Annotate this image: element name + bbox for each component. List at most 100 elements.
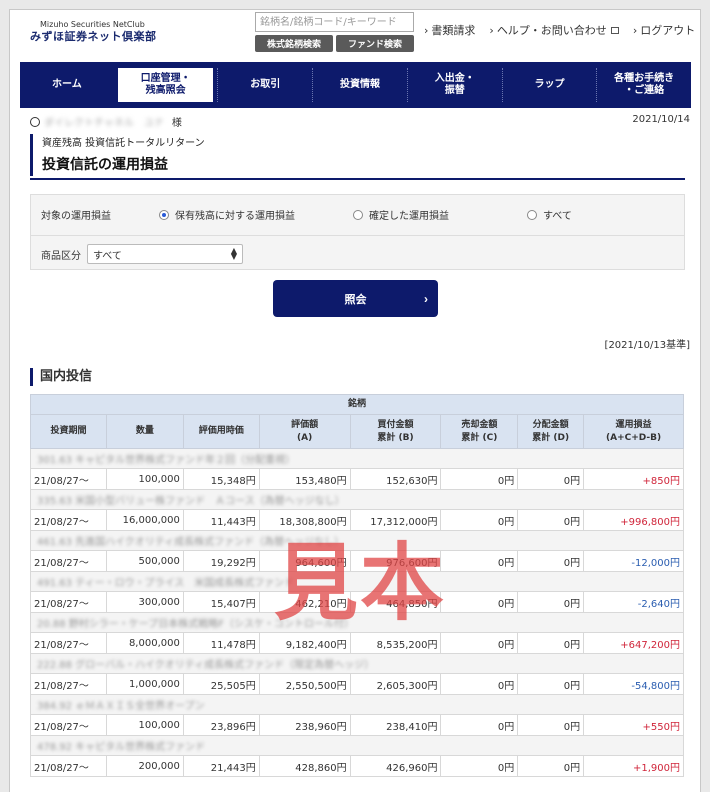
cell-qty: 200,000 bbox=[105, 755, 184, 777]
col-qty: 数量 bbox=[105, 414, 184, 449]
fund-name[interactable]: 301.63 キャピタル世界株式ファンド年２回（分配重視） bbox=[37, 455, 295, 466]
main-nav: ホーム 口座管理・ 残高照会 お取引 投資情報 入出金・ 振替 ラップ 各種お手… bbox=[20, 62, 691, 108]
page-frame: Mizuho Securities NetClub みずほ証券ネット倶楽部 株式… bbox=[9, 9, 701, 792]
fund-name[interactable]: 461.63 先進国ハイクオリティ成長株式ファンド（為替ヘッジなし） bbox=[37, 537, 344, 548]
cell-period: 21/08/27～ bbox=[30, 468, 107, 490]
query-button[interactable]: 照会 › bbox=[273, 280, 438, 317]
help-link[interactable]: › ヘルプ・お問い合わせ bbox=[489, 22, 619, 38]
select-arrows-icon: ▲ ▼ bbox=[230, 246, 237, 261]
nav-procedures[interactable]: 各種お手続き ・ご連絡 bbox=[596, 68, 691, 102]
table-row: 21/08/27～ 100,000 15,348円 153,480円 152,630円 0… bbox=[30, 468, 684, 490]
fund-name[interactable]: 384.92 ｅＭＡＸＩＳ全世界オープン bbox=[37, 701, 205, 712]
nav-trade[interactable]: お取引 bbox=[217, 68, 312, 102]
fund-name-row: 461.63 先進国ハイクオリティ成長株式ファンド（為替ヘッジなし） bbox=[30, 530, 684, 551]
nav-info[interactable]: 投資情報 bbox=[312, 68, 407, 102]
logout-link[interactable]: › ログアウト bbox=[633, 22, 695, 38]
radio-icon[interactable] bbox=[353, 209, 363, 220]
cell-valuation: 2,550,500円 bbox=[258, 673, 351, 695]
fund-name[interactable]: 222.88 グローバル・ハイクオリティ成長株式ファンド（限定為替ヘッジ） bbox=[37, 660, 374, 671]
scope-option-all[interactable]: すべて bbox=[527, 207, 572, 222]
header: Mizuho Securities NetClub みずほ証券ネット倶楽部 株式… bbox=[10, 10, 700, 62]
scope-option-holding[interactable]: 保有残高に対する運用損益 bbox=[159, 207, 353, 222]
category-row: 商品区分 すべて ▲ ▼ bbox=[41, 244, 243, 264]
cell-pl: +850円 bbox=[583, 468, 684, 490]
cell-sell: 0円 bbox=[440, 755, 519, 777]
cell-qty: 16,000,000 bbox=[105, 509, 184, 531]
table-row: 21/08/27～ 16,000,000 11,443円 18,308,800円 17,… bbox=[30, 509, 684, 531]
cell-buy: 8,535,200円 bbox=[349, 632, 442, 654]
category-select[interactable]: すべて ▲ ▼ bbox=[87, 244, 243, 264]
fund-name[interactable]: 335.63 米国小型バリュー株ファンド Ａコース（為替ヘッジなし） bbox=[37, 496, 345, 507]
scope-row: 対象の運用損益 保有残高に対する運用損益 確定した運用損益 すべて bbox=[41, 207, 572, 222]
cell-pl: -12,000円 bbox=[583, 550, 684, 572]
col-sell: 売却金額 累計 (C) bbox=[440, 414, 519, 449]
filter-panel: 対象の運用損益 保有残高に対する運用損益 確定した運用損益 すべて 商品区分 す… bbox=[30, 194, 685, 270]
user-icon bbox=[30, 116, 40, 127]
nav-deposit[interactable]: 入出金・ 振替 bbox=[406, 68, 502, 102]
cell-qty: 100,000 bbox=[105, 714, 184, 736]
cell-dist: 0円 bbox=[517, 591, 585, 613]
cell-dist: 0円 bbox=[517, 714, 585, 736]
table-row: 21/08/27～ 200,000 21,443円 428,860円 426,960円 0… bbox=[30, 755, 684, 777]
search-input[interactable] bbox=[255, 12, 414, 32]
fund-search-button[interactable]: ファンド検索 bbox=[336, 35, 414, 52]
cell-buy: 152,630円 bbox=[349, 468, 442, 490]
cell-qty: 100,000 bbox=[105, 468, 184, 490]
nav-home[interactable]: ホーム bbox=[20, 68, 114, 102]
current-date: 2021/10/14 bbox=[632, 114, 690, 125]
fund-name[interactable]: 478.92 キャピタル世界株式ファンド bbox=[37, 742, 205, 753]
cell-dist: 0円 bbox=[517, 673, 585, 695]
cell-sell: 0円 bbox=[440, 509, 519, 531]
group-header: 銘柄 bbox=[30, 394, 684, 415]
col-price: 評価用時価 bbox=[182, 414, 260, 449]
cell-price: 19,292円 bbox=[182, 550, 260, 572]
chevron-right-icon: › bbox=[632, 24, 638, 37]
fund-name[interactable]: 20.88 野村シラー・ケープ日本株式戦略F（シスケ・コントロール付） bbox=[37, 619, 354, 630]
fund-name-row: 478.92 キャピタル世界株式ファンド bbox=[30, 735, 684, 756]
cell-price: 15,348円 bbox=[182, 468, 260, 490]
cell-qty: 8,000,000 bbox=[105, 632, 184, 654]
filter-divider bbox=[31, 235, 684, 236]
cell-dist: 0円 bbox=[517, 755, 585, 777]
holdings-table: 銘柄 投資期間 数量 評価用時価 評価額 (A) 買付金額 累計 (B) 売却金… bbox=[30, 394, 684, 777]
stock-search-button[interactable]: 株式銘柄検索 bbox=[255, 35, 333, 52]
col-buy: 買付金額 累計 (B) bbox=[349, 414, 442, 449]
cell-pl: -54,800円 bbox=[583, 673, 684, 695]
doc-request-link[interactable]: › 書類請求 bbox=[424, 22, 475, 38]
fund-name[interactable]: 491.63 ティー・ロウ・プライス 米国成長株式ファンド bbox=[37, 578, 294, 589]
logo-jp[interactable]: みずほ証券ネット倶楽部 bbox=[30, 28, 157, 44]
scope-option-realized[interactable]: 確定した運用損益 bbox=[353, 207, 527, 222]
fund-name-row: 335.63 米国小型バリュー株ファンド Ａコース（為替ヘッジなし） bbox=[30, 489, 684, 510]
title-block: 資産残高 投資信託トータルリターン 投資信託の運用損益 bbox=[30, 134, 205, 176]
cell-pl: +550円 bbox=[583, 714, 684, 736]
cell-period: 21/08/27～ bbox=[30, 755, 107, 777]
nav-wrap[interactable]: ラップ bbox=[501, 68, 597, 102]
radio-icon[interactable] bbox=[527, 209, 537, 220]
page-title: 投資信託の運用損益 bbox=[42, 157, 168, 173]
chevron-right-icon: › bbox=[424, 24, 429, 37]
col-valuation: 評価額 (A) bbox=[258, 414, 351, 449]
cell-dist: 0円 bbox=[517, 550, 585, 572]
chevron-right-icon: › bbox=[424, 291, 428, 306]
table-row: 21/08/27～ 1,000,000 25,505円 2,550,500円 2,605… bbox=[30, 673, 684, 695]
nav-account[interactable]: 口座管理・ 残高照会 bbox=[117, 68, 214, 102]
table-row: 21/08/27～ 500,000 19,292円 964,600円 976,600円 0… bbox=[30, 550, 684, 572]
cell-price: 25,505円 bbox=[182, 673, 260, 695]
cell-buy: 464,850円 bbox=[349, 591, 442, 613]
cell-pl: +996,800円 bbox=[583, 509, 684, 531]
cell-price: 23,896円 bbox=[182, 714, 260, 736]
cell-sell: 0円 bbox=[440, 632, 519, 654]
external-window-icon bbox=[610, 27, 619, 34]
cell-buy: 426,960円 bbox=[349, 755, 442, 777]
cell-period: 21/08/27～ bbox=[30, 714, 107, 736]
cell-price: 11,478円 bbox=[182, 632, 260, 654]
cell-period: 21/08/27～ bbox=[30, 509, 107, 531]
table-row: 21/08/27～ 100,000 23,896円 238,960円 238,410円 0… bbox=[30, 714, 684, 736]
cell-valuation: 153,480円 bbox=[258, 468, 351, 490]
cell-pl: -2,640円 bbox=[583, 591, 684, 613]
radio-selected-icon[interactable] bbox=[159, 209, 169, 220]
cell-sell: 0円 bbox=[440, 468, 519, 490]
cell-dist: 0円 bbox=[517, 468, 585, 490]
cell-buy: 2,605,300円 bbox=[349, 673, 442, 695]
fund-name-row: 222.88 グローバル・ハイクオリティ成長株式ファンド（限定為替ヘッジ） bbox=[30, 653, 684, 674]
